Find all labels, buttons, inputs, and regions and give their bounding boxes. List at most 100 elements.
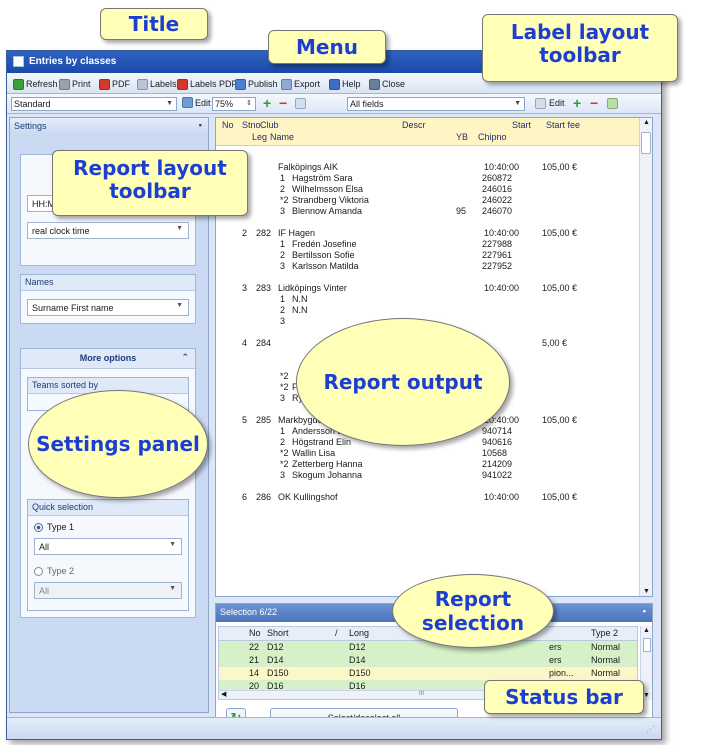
sel-long: D150: [349, 668, 371, 678]
member-leg: *2: [280, 459, 289, 469]
member-chip: 214209: [482, 459, 513, 469]
type1-radio[interactable]: Type 1: [34, 522, 74, 532]
selection-row[interactable]: 21 D14 D14 ers Normal: [219, 654, 637, 667]
scroll-down-icon[interactable]: ▼: [643, 692, 650, 699]
label-add-icon[interactable]: +: [573, 96, 581, 110]
callout-report-layout: Report layout toolbar: [52, 150, 248, 216]
sel-short: D14: [267, 655, 284, 665]
chevron-down-icon: ▼: [514, 100, 521, 107]
pin-icon[interactable]: ▪: [643, 606, 646, 616]
callout-title: Title: [100, 8, 208, 40]
sel-header-no[interactable]: No: [249, 628, 261, 638]
label-edit-button[interactable]: Edit: [549, 98, 565, 108]
member-leg: 3: [280, 393, 286, 403]
report-member-row: 3 Karlsson Matilda 227952: [216, 261, 640, 272]
report-edit-button[interactable]: Edit: [182, 97, 211, 108]
remove-icon[interactable]: −: [279, 96, 287, 110]
member-leg: *2: [280, 195, 289, 205]
member-leg: 1: [280, 294, 286, 304]
menu-export-button[interactable]: Export: [281, 77, 320, 91]
menu-refresh-button[interactable]: Refresh: [13, 77, 58, 91]
scroll-up-icon[interactable]: ▲: [643, 119, 650, 126]
time-mode-select[interactable]: real clock time ▼: [27, 222, 189, 239]
scroll-thumb[interactable]: [641, 132, 651, 154]
menu-pdf-button[interactable]: PDF: [99, 77, 130, 91]
member-name: Skogum Johanna: [292, 470, 363, 480]
scroll-down-icon[interactable]: ▼: [643, 588, 650, 595]
quick-selection-title: Quick selection: [28, 500, 188, 516]
scroll-up-icon[interactable]: ▲: [643, 627, 650, 634]
member-name: Blennow Amanda: [292, 206, 363, 216]
chevron-down-icon: ▼: [169, 585, 176, 592]
sel-no: 22: [249, 642, 260, 652]
type1-select[interactable]: All ▼: [34, 538, 182, 555]
member-chip: 227952: [482, 261, 513, 271]
label-fields-select[interactable]: All fields ▼: [347, 97, 525, 111]
menu-close-button[interactable]: Close: [369, 77, 405, 91]
menu-print-button[interactable]: Print: [59, 77, 91, 91]
more-options-header[interactable]: More options ⌃: [21, 349, 195, 369]
selection-row[interactable]: 14 D150 D150 pion... Normal: [219, 667, 637, 680]
member-chip: 10568: [482, 448, 508, 458]
report-member-row: 3 Skogum Johanna 941022: [216, 470, 640, 481]
resize-grip-icon[interactable]: ⋰: [646, 724, 655, 735]
header-name: Name: [270, 132, 295, 142]
properties-icon[interactable]: [295, 98, 306, 109]
menu-publish-button[interactable]: Publish: [235, 77, 278, 91]
pdf-icon: [99, 78, 110, 90]
type2-select[interactable]: All ▼: [34, 582, 182, 599]
spinner-icon: ⇕: [246, 100, 252, 107]
menu-item-label: Refresh: [26, 79, 58, 89]
report-member-row: 2 N.N: [216, 305, 640, 316]
report-member-row: *2 Wallin Lisa 10568: [216, 448, 640, 459]
report-layout-select[interactable]: Standard ▼: [11, 97, 177, 111]
sel-no: 21: [249, 655, 260, 665]
collapse-icon[interactable]: ⌃: [181, 352, 189, 363]
zoom-spinner[interactable]: 75% ⇕: [212, 97, 256, 111]
selection-row[interactable]: 22 D12 D12 ers Normal: [219, 641, 637, 654]
type2-radio[interactable]: Type 2: [34, 566, 74, 576]
header-descr: Descr: [402, 120, 426, 130]
sel-type2: Normal: [591, 655, 621, 665]
callout-label-layout: Label layout toolbar: [482, 14, 678, 82]
names-select[interactable]: Surname First name ▼: [27, 299, 189, 316]
settings-title: Settings: [14, 121, 47, 131]
sort-icon: /: [335, 628, 338, 638]
scroll-grip-icon[interactable]: III: [419, 691, 424, 697]
team-start: 10:40:00: [484, 283, 520, 293]
menu-item-label: Labels: [150, 79, 177, 89]
callout-report-output: Report output: [296, 318, 510, 446]
team-start: 10:40:00: [484, 228, 520, 238]
scroll-thumb[interactable]: [643, 638, 651, 652]
team-stno: 285: [256, 415, 272, 425]
sel-header-type2[interactable]: Type 2: [591, 628, 618, 638]
menu-help-button[interactable]: Help: [329, 77, 361, 91]
report-scrollbar[interactable]: ▲ ▼: [639, 118, 652, 596]
add-icon[interactable]: +: [263, 96, 271, 110]
menu-item-label: Export: [294, 79, 321, 89]
callout-status-bar: Status bar: [484, 680, 644, 714]
team-fee: 5,00 €: [542, 338, 568, 348]
member-chip: 940616: [482, 437, 513, 447]
pin-icon[interactable]: ▪: [199, 120, 202, 130]
sel-type1: ers: [549, 655, 562, 665]
sel-no: 14: [249, 668, 260, 678]
team-club: IF Hagen: [278, 228, 316, 238]
member-chip: 941022: [482, 470, 513, 480]
member-leg: 3: [280, 206, 286, 216]
sel-short: D150: [267, 668, 289, 678]
menu-labels-button[interactable]: Labels: [137, 77, 177, 91]
labels-icon: [137, 78, 148, 90]
sel-header-long[interactable]: Long: [349, 628, 369, 638]
label-properties-icon[interactable]: [607, 98, 618, 109]
menu-labels-pdf-button[interactable]: Labels PDF: [177, 77, 237, 91]
window-icon: [13, 56, 24, 67]
sel-header-short[interactable]: Short: [267, 628, 289, 638]
scroll-left-icon[interactable]: ◀: [221, 690, 226, 698]
member-chip: 246070: [482, 206, 513, 216]
team-fee: 105,00 €: [542, 162, 578, 172]
header-yb: YB: [456, 132, 469, 142]
team-start: 10:40:00: [484, 492, 520, 502]
label-remove-icon[interactable]: −: [590, 96, 598, 110]
sel-type1: pion...: [549, 668, 574, 678]
